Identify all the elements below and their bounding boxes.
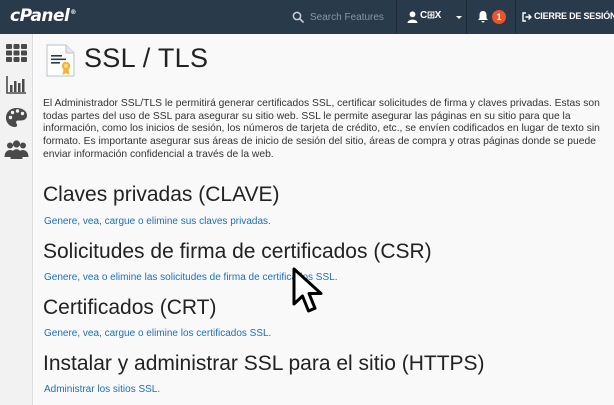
- sidebar-item-statistics[interactable]: [4, 72, 29, 97]
- link-install-ssl[interactable]: Administrar los sitios SSL.: [44, 384, 160, 395]
- search-box: [278, 0, 394, 34]
- link-certificates[interactable]: Genere, vea, cargue o elimine los certif…: [44, 328, 271, 339]
- user-name: C⊞X: [420, 10, 441, 21]
- bar-chart-icon: [6, 76, 26, 94]
- top-bar: cPanel® C⊞X 1 CIERRE DE SESIÓN: [0, 0, 614, 34]
- user-menu[interactable]: C⊞X: [397, 0, 467, 34]
- section-title-csr: Solicitudes de firma de certificados (CS…: [43, 240, 432, 263]
- grid-icon: [6, 44, 27, 62]
- users-icon: [4, 140, 29, 159]
- link-private-keys[interactable]: Genere, vea, cargue o elimine sus claves…: [44, 216, 271, 227]
- main-content: SSL / TLS El Administrador SSL/TLS le pe…: [34, 34, 614, 405]
- page-title: SSL / TLS: [84, 43, 209, 73]
- sidebar-item-dashboard[interactable]: [4, 105, 29, 130]
- sidebar: [0, 34, 33, 405]
- section-title-certificates: Certificados (CRT): [43, 296, 217, 319]
- trademark: ®: [70, 9, 76, 17]
- search-icon[interactable]: [292, 11, 304, 23]
- section-title-private-keys: Claves privadas (CLAVE): [43, 183, 280, 206]
- sidebar-item-users[interactable]: [4, 137, 29, 162]
- search-input[interactable]: [310, 8, 392, 26]
- sidebar-item-home[interactable]: [4, 40, 29, 65]
- chevron-down-icon: [456, 16, 462, 19]
- logout-icon: [522, 12, 532, 22]
- notification-badge: 1: [492, 10, 506, 24]
- certificate-icon: [46, 44, 75, 77]
- page-description: El Administrador SSL/TLS le permitirá ge…: [43, 98, 600, 160]
- bell-icon: [478, 11, 488, 23]
- palette-icon: [6, 108, 27, 127]
- logout-button[interactable]: CIERRE DE SESIÓN: [516, 0, 614, 34]
- logout-label: CIERRE DE SESIÓN: [534, 11, 614, 21]
- cpanel-logo[interactable]: cPanel®: [10, 6, 76, 26]
- notifications-button[interactable]: 1: [467, 0, 515, 34]
- section-title-install-ssl: Instalar y administrar SSL para el sitio…: [43, 352, 485, 375]
- user-icon: [407, 11, 418, 23]
- cursor-icon: [292, 267, 323, 313]
- logo-text: cPanel: [10, 6, 70, 26]
